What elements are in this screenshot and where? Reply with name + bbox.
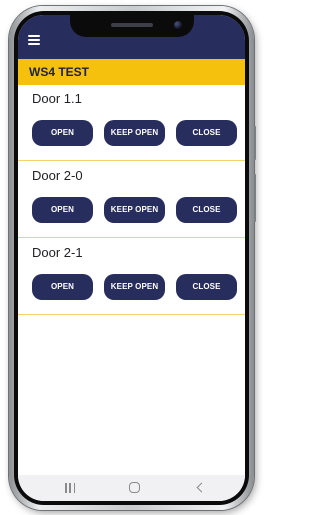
keep-open-button[interactable]: KEEP OPEN: [104, 274, 165, 300]
close-button[interactable]: CLOSE: [176, 197, 237, 223]
speaker-grille: [110, 23, 153, 27]
volume-key: [254, 174, 256, 222]
door-section: Door 2-1 OPEN KEEP OPEN CLOSE: [18, 239, 245, 315]
door-name: Door 2-0: [32, 168, 83, 183]
door-name: Door 2-1: [32, 245, 83, 260]
page-title: WS4 TEST: [29, 65, 90, 79]
phone-frame: WS4 TEST Door 1.1 OPEN KEEP OPEN CLOSE D…: [9, 6, 256, 510]
hamburger-menu-icon[interactable]: [28, 35, 40, 45]
recents-icon[interactable]: [65, 483, 75, 493]
home-icon[interactable]: [129, 482, 140, 493]
close-button[interactable]: CLOSE: [176, 274, 237, 300]
system-nav-bar: [18, 475, 245, 501]
phone-bezel: WS4 TEST Door 1.1 OPEN KEEP OPEN CLOSE D…: [14, 11, 249, 505]
power-key: [254, 126, 256, 160]
door-name: Door 1.1: [32, 91, 82, 106]
door-section: Door 1.1 OPEN KEEP OPEN CLOSE: [18, 85, 245, 161]
open-button[interactable]: OPEN: [32, 197, 93, 223]
keep-open-button[interactable]: KEEP OPEN: [104, 120, 165, 146]
keep-open-button[interactable]: KEEP OPEN: [104, 197, 165, 223]
front-camera-icon: [174, 21, 182, 29]
door-section: Door 2-0 OPEN KEEP OPEN CLOSE: [18, 162, 245, 238]
app-screen: WS4 TEST Door 1.1 OPEN KEEP OPEN CLOSE D…: [18, 15, 245, 501]
open-button[interactable]: OPEN: [32, 274, 93, 300]
close-button[interactable]: CLOSE: [176, 120, 237, 146]
open-button[interactable]: OPEN: [32, 120, 93, 146]
back-icon[interactable]: [196, 482, 207, 493]
title-bar: WS4 TEST: [18, 59, 245, 85]
